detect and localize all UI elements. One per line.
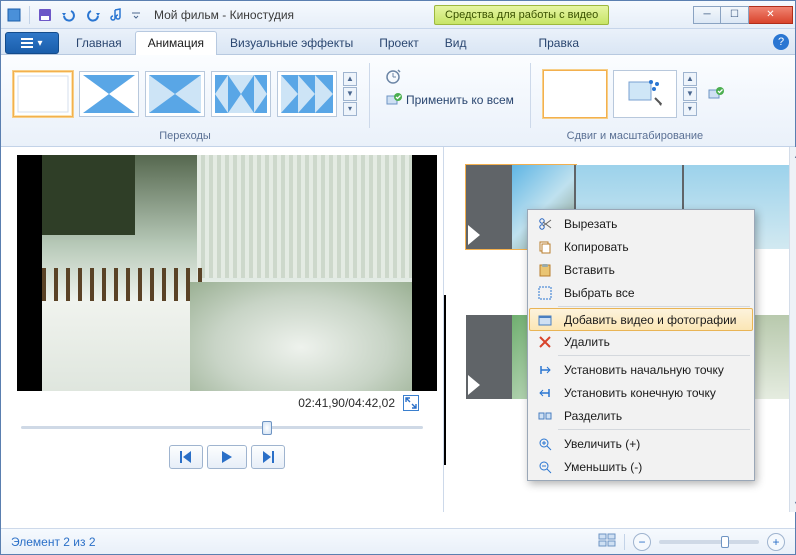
transition-item[interactable] (145, 71, 205, 117)
playback-controls (17, 445, 437, 469)
maximize-button[interactable]: ☐ (721, 6, 749, 24)
ctx-zoom-in[interactable]: Увеличить (+) (530, 432, 752, 455)
scissors-icon (534, 217, 556, 231)
window-title: Мой фильм - Киностудия (154, 8, 294, 22)
ctx-set-end[interactable]: Установить конечную точку (530, 381, 752, 404)
seek-slider[interactable] (21, 419, 423, 435)
ctx-add-media[interactable]: Добавить видео и фотографии (529, 308, 753, 331)
undo-button[interactable] (58, 4, 80, 26)
duration-icon[interactable] (382, 65, 404, 87)
tab-view[interactable]: Вид (432, 31, 480, 55)
set-start-icon (534, 363, 556, 377)
save-button[interactable] (34, 4, 56, 26)
ctx-set-start[interactable]: Установить начальную точку (530, 358, 752, 381)
zoom-in-button[interactable]: + (767, 533, 785, 551)
tab-effects[interactable]: Визуальные эффекты (217, 31, 366, 55)
tab-animation[interactable]: Анимация (135, 31, 217, 55)
panzoom-none[interactable] (543, 70, 607, 118)
group-transitions: ▲▼▾ Переходы (7, 59, 363, 146)
panzoom-apply-all[interactable] (705, 83, 727, 105)
group-apply: Применить ко всем (376, 59, 524, 146)
panzoom-auto[interactable] (613, 70, 677, 118)
context-menu: Вырезать Копировать Вставить Выбрать все… (527, 209, 755, 481)
ctx-split[interactable]: Разделить (530, 404, 752, 427)
zoom-out-icon (534, 460, 556, 474)
ribbon-tabs: ▾ Главная Анимация Визуальные эффекты Пр… (1, 29, 795, 55)
time-display: 02:41,90/04:42,02 (298, 396, 395, 410)
tab-edit[interactable]: Правка (525, 31, 592, 55)
ctx-delete[interactable]: Удалить (530, 330, 752, 353)
tab-home[interactable]: Главная (63, 31, 135, 55)
fullscreen-button[interactable] (403, 395, 419, 411)
preview-pane: 02:41,90/04:42,02 (1, 147, 443, 512)
transition-gallery-scroll[interactable]: ▲▼▾ (343, 72, 357, 116)
next-frame-button[interactable] (251, 445, 285, 469)
ctx-select-all[interactable]: Выбрать все (530, 281, 752, 304)
timeline-scrollbar[interactable]: ▲▼ (789, 147, 796, 512)
titlebar: Мой фильм - Киностудия Средства для рабо… (1, 1, 795, 29)
delete-icon (534, 335, 556, 349)
help-icon[interactable]: ? (773, 34, 789, 50)
zoom-in-icon (534, 437, 556, 451)
zoom-slider[interactable] (659, 540, 759, 544)
prev-frame-button[interactable] (169, 445, 203, 469)
window-controls: ─ ☐ ✕ (693, 6, 793, 24)
minimize-button[interactable]: ─ (693, 6, 721, 24)
copy-icon (534, 240, 556, 254)
music-icon[interactable] (106, 4, 128, 26)
select-all-icon (534, 286, 556, 300)
ctx-paste[interactable]: Вставить (530, 258, 752, 281)
quick-access-toolbar (3, 4, 142, 26)
transition-none[interactable] (13, 71, 73, 117)
ctx-copy[interactable]: Копировать (530, 235, 752, 258)
qat-dropdown[interactable] (130, 4, 142, 26)
panzoom-gallery-scroll[interactable]: ▲▼▾ (683, 72, 697, 116)
paste-icon (534, 263, 556, 277)
close-button[interactable]: ✕ (749, 6, 793, 24)
seek-thumb[interactable] (262, 421, 272, 435)
group-label-panzoom: Сдвиг и масштабирование (567, 128, 704, 146)
ribbon: ▲▼▾ Переходы Применить ко всем ▲▼▾ Сдвиг… (1, 55, 795, 147)
statusbar: Элемент 2 из 2 − + (1, 528, 795, 554)
status-item-count: Элемент 2 из 2 (11, 535, 96, 549)
redo-button[interactable] (82, 4, 104, 26)
transition-item[interactable] (211, 71, 271, 117)
play-button[interactable] (207, 445, 247, 469)
apply-all-icon (386, 93, 402, 107)
transition-item[interactable] (79, 71, 139, 117)
ctx-cut[interactable]: Вырезать (530, 212, 752, 235)
apply-to-all-button[interactable]: Применить ко всем (382, 93, 518, 107)
app-icon[interactable] (3, 4, 25, 26)
contextual-tab-video-tools[interactable]: Средства для работы с видео (434, 5, 609, 25)
view-thumbnails-button[interactable] (598, 533, 616, 550)
add-media-icon (534, 313, 556, 327)
zoom-out-button[interactable]: − (633, 533, 651, 551)
file-menu-button[interactable]: ▾ (5, 32, 59, 54)
transition-item[interactable] (277, 71, 337, 117)
set-end-icon (534, 386, 556, 400)
group-panzoom: ▲▼▾ Сдвиг и масштабирование (537, 59, 733, 146)
ctx-zoom-out[interactable]: Уменьшить (-) (530, 455, 752, 478)
tab-project[interactable]: Проект (366, 31, 432, 55)
playhead[interactable] (444, 295, 446, 465)
video-preview[interactable] (17, 155, 437, 391)
split-icon (534, 409, 556, 423)
group-label-transitions: Переходы (159, 128, 211, 146)
